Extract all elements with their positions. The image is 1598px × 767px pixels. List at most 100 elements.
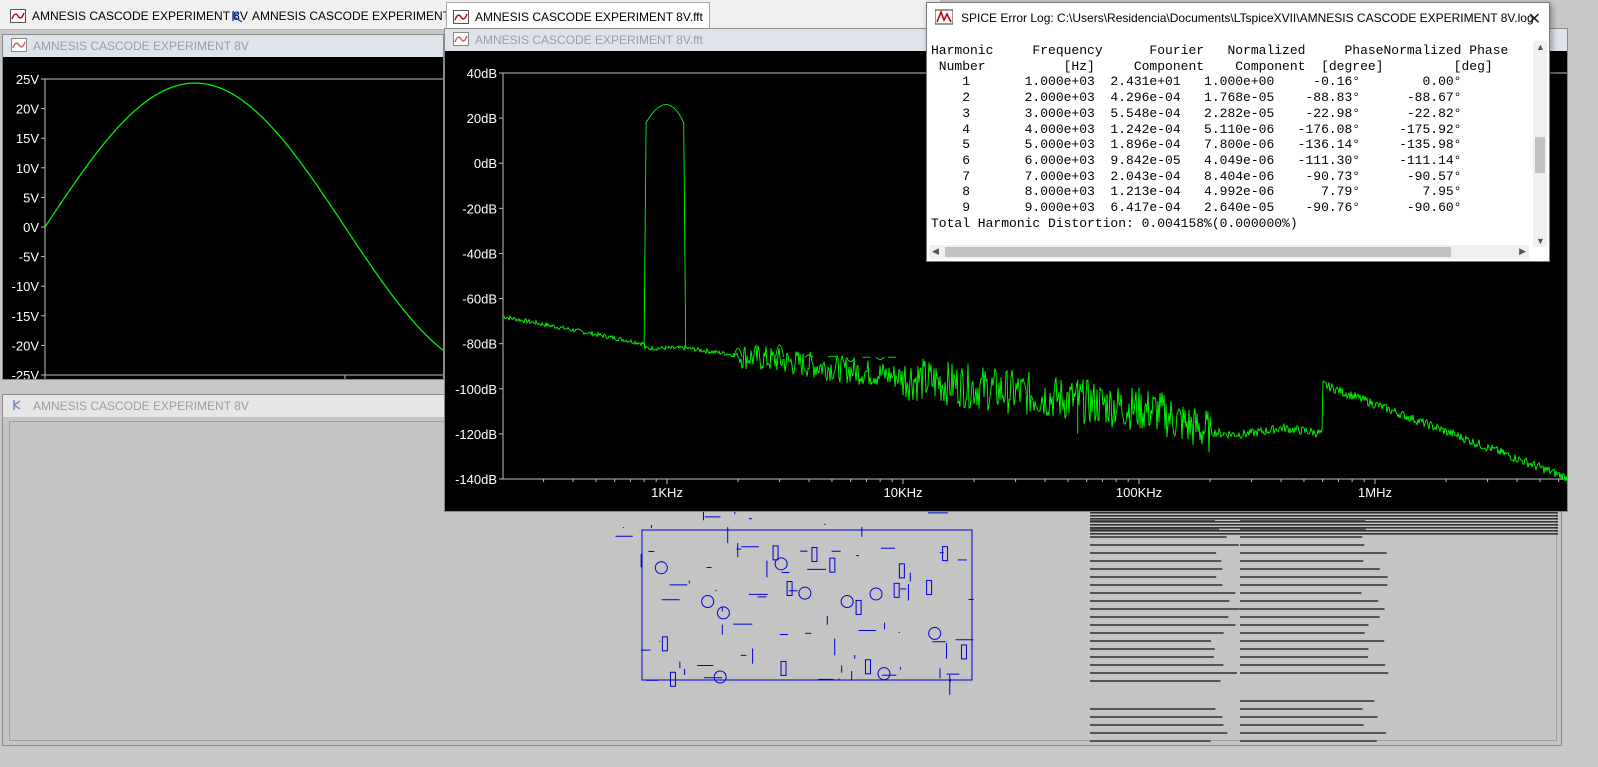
y-tick-label: -20V bbox=[12, 338, 40, 353]
y-tick-label: 40dB bbox=[467, 66, 497, 81]
spice-directive-text bbox=[1090, 724, 1224, 726]
spice-directive-text bbox=[1090, 560, 1222, 562]
vertical-scrollbar[interactable]: ▲ ▼ bbox=[1533, 41, 1547, 247]
y-tick-label: 20dB bbox=[467, 111, 497, 126]
spice-directive-text bbox=[1240, 632, 1365, 634]
resistor-symbol bbox=[780, 660, 787, 676]
spice-directive-text bbox=[1090, 740, 1211, 742]
tab-label: AMNESIS CASCODE EXPERIMENT 8V bbox=[252, 9, 468, 23]
waveform-icon bbox=[453, 9, 469, 24]
transient-plot-window[interactable]: AMNESIS CASCODE EXPERIMENT 8V 25V 20V 15V 1… bbox=[2, 34, 444, 380]
spice-directive-text bbox=[1240, 716, 1378, 718]
spice-model-text bbox=[1090, 524, 1560, 526]
y-tick-label: -20dB bbox=[462, 201, 497, 216]
tab-label: AMNESIS CASCODE EXPERIMENT 8V bbox=[32, 9, 248, 23]
close-icon[interactable]: ✕ bbox=[1528, 9, 1541, 29]
y-tick-label: 5V bbox=[23, 190, 39, 205]
transistor-symbol bbox=[654, 561, 668, 575]
spice-directive-text bbox=[1240, 648, 1369, 650]
spice-directive-text bbox=[1090, 552, 1217, 554]
y-tick-label: -10V bbox=[12, 279, 40, 294]
resistor-symbol bbox=[772, 545, 779, 561]
scroll-down-icon[interactable]: ▼ bbox=[1536, 236, 1545, 246]
spice-model-text bbox=[1090, 521, 1560, 523]
tab-schematic[interactable]: AMNESIS CASCODE EXPERIMENT 8V bbox=[224, 4, 474, 28]
x-tick-label: 1KHz bbox=[651, 485, 683, 500]
window-title: AMNESIS CASCODE EXPERIMENT 8V bbox=[33, 399, 249, 413]
spice-directive-text bbox=[1240, 724, 1364, 726]
tab-label: AMNESIS CASCODE EXPERIMENT 8V.fft bbox=[475, 9, 703, 24]
spice-directive-text bbox=[1090, 716, 1223, 718]
scroll-up-icon[interactable]: ▲ bbox=[1536, 42, 1545, 52]
horizontal-scrollbar[interactable]: ◀ ▶ bbox=[929, 245, 1529, 259]
resistor-symbol bbox=[811, 546, 818, 562]
spice-model-text bbox=[1090, 518, 1560, 520]
spice-directive-text bbox=[1240, 608, 1385, 610]
waveform-icon bbox=[11, 37, 27, 55]
ltspice-logo-icon bbox=[934, 9, 954, 28]
tab-fft[interactable]: AMNESIS CASCODE EXPERIMENT 8V.fft bbox=[446, 2, 710, 30]
spice-directive-text bbox=[1090, 592, 1236, 594]
spice-directive-text bbox=[1240, 560, 1364, 562]
spice-directive-text bbox=[1090, 600, 1230, 602]
spice-directive-text bbox=[1090, 732, 1228, 734]
transistor-symbol bbox=[840, 595, 854, 609]
scroll-thumb[interactable] bbox=[1535, 137, 1545, 173]
spice-directive-text bbox=[1240, 700, 1375, 702]
spice-directive-text bbox=[1240, 656, 1368, 658]
spice-directive-text bbox=[1090, 576, 1217, 578]
spice-directive-text bbox=[1240, 568, 1380, 570]
transistor-symbol bbox=[774, 557, 788, 571]
fourier-results-text: Harmonic Frequency Fourier Normalized Ph… bbox=[931, 43, 1509, 231]
spice-model-text bbox=[1090, 527, 1560, 529]
y-tick-label: -80dB bbox=[462, 337, 497, 352]
schematic-icon bbox=[11, 398, 27, 415]
spice-model-text bbox=[1090, 533, 1560, 535]
scroll-left-icon[interactable]: ◀ bbox=[932, 246, 939, 257]
spice-directive-text bbox=[1090, 648, 1215, 650]
spice-error-log-window[interactable]: SPICE Error Log: C:\Users\Residencia\Doc… bbox=[926, 2, 1550, 262]
transistor-symbol bbox=[869, 587, 883, 601]
resistor-symbol bbox=[786, 580, 793, 596]
resistor-symbol bbox=[669, 671, 676, 687]
tab-transient[interactable]: AMNESIS CASCODE EXPERIMENT 8V bbox=[4, 4, 254, 28]
window-titlebar[interactable]: AMNESIS CASCODE EXPERIMENT 8V bbox=[3, 35, 443, 57]
x-tick-label: 1MHz bbox=[1358, 485, 1392, 500]
resistor-symbol bbox=[661, 636, 668, 652]
spice-directive-text bbox=[1240, 664, 1386, 666]
resistor-symbol bbox=[855, 599, 862, 615]
spice-directive-text bbox=[1090, 672, 1237, 674]
resistor-symbol bbox=[926, 580, 933, 596]
spice-directive-text bbox=[1090, 568, 1223, 570]
transient-plot: 25V20V15V10V5V0V-5V-10V-15V-20V-25V0.0ms… bbox=[3, 57, 443, 380]
error-log-titlebar[interactable]: SPICE Error Log: C:\Users\Residencia\Doc… bbox=[927, 3, 1549, 33]
spice-directive-text bbox=[1240, 624, 1369, 626]
y-tick-label: -5V bbox=[19, 250, 40, 265]
spice-model-text bbox=[1090, 512, 1560, 514]
x-tick-label: 0.0ms bbox=[27, 377, 63, 380]
transistor-symbol bbox=[701, 595, 715, 609]
y-tick-label: -120dB bbox=[455, 427, 497, 442]
spice-directive-text bbox=[1090, 656, 1214, 658]
spice-directive-text bbox=[1090, 616, 1229, 618]
resistor-symbol bbox=[893, 582, 900, 598]
waveform-icon bbox=[10, 9, 26, 23]
spice-directive-text bbox=[1090, 608, 1240, 610]
spice-directive-text bbox=[1240, 672, 1389, 674]
scroll-right-icon[interactable]: ▶ bbox=[1519, 246, 1526, 257]
transistor-symbol bbox=[877, 667, 891, 681]
transistor-symbol bbox=[928, 626, 942, 640]
spice-directive-text bbox=[1090, 708, 1216, 710]
y-tick-label: -140dB bbox=[455, 472, 497, 487]
transistor-symbol bbox=[716, 606, 730, 620]
scroll-thumb[interactable] bbox=[945, 247, 1451, 257]
spice-model-text bbox=[1090, 530, 1560, 532]
spice-directive-text bbox=[1240, 640, 1385, 642]
y-tick-label: -15V bbox=[12, 309, 40, 324]
spice-directive-text bbox=[1240, 592, 1362, 594]
spice-directive-text bbox=[1240, 732, 1387, 734]
spice-directive-text bbox=[1240, 600, 1379, 602]
window-title: AMNESIS CASCODE EXPERIMENT 8V bbox=[33, 39, 249, 53]
resistor-symbol bbox=[898, 563, 905, 579]
y-tick-label: 0dB bbox=[474, 156, 497, 171]
